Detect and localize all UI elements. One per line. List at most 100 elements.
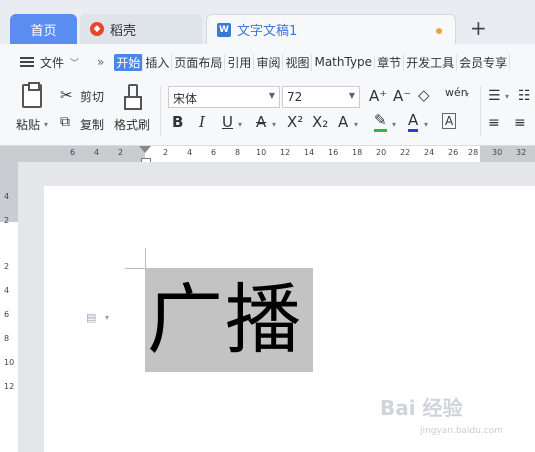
- menu-tab-insert[interactable]: 插入: [143, 53, 173, 71]
- daoke-logo-icon: ◆: [90, 22, 104, 36]
- clear-format-button[interactable]: ◇: [418, 86, 430, 104]
- menu-tab-references[interactable]: 引用: [225, 53, 255, 71]
- format-painter-button[interactable]: 格式刷: [114, 116, 150, 133]
- vruler-tick: 4: [4, 286, 10, 295]
- scissors-icon[interactable]: ✂: [60, 86, 73, 104]
- strike-caret-icon[interactable]: ▾: [272, 120, 276, 129]
- ruler-tick: 26: [448, 148, 459, 157]
- vertical-ruler: 4 2 2 4 6 8 10 12: [0, 162, 18, 452]
- vruler-tick: 4: [4, 192, 10, 201]
- ruler-tick: 18: [352, 148, 363, 157]
- highlight-caret-icon[interactable]: ▾: [392, 120, 396, 129]
- font-color-button[interactable]: A: [408, 111, 419, 132]
- vruler-tick: 8: [4, 334, 10, 343]
- ruler-tick: 10: [256, 148, 267, 157]
- menu-tab-review[interactable]: 审阅: [254, 53, 284, 71]
- menu-tab-layout[interactable]: 页面布局: [172, 53, 226, 71]
- selected-document-text[interactable]: 广播: [147, 270, 303, 370]
- paragraph-layout-icon[interactable]: ▤: [86, 311, 98, 325]
- chevron-down-icon: ▼: [268, 91, 275, 100]
- menu-tab-view[interactable]: 视图: [283, 53, 313, 71]
- highlight-button[interactable]: ✎: [374, 111, 387, 132]
- vruler-tick: 10: [4, 358, 15, 367]
- font-color-caret-icon[interactable]: ▾: [424, 120, 428, 129]
- menu-tab-member[interactable]: 会员专享: [457, 53, 511, 71]
- effect-caret-icon[interactable]: ▾: [354, 120, 358, 129]
- file-menu[interactable]: 文件: [40, 54, 64, 71]
- align-left-icon[interactable]: ≡: [488, 115, 500, 131]
- ruler-tick: 4: [94, 148, 100, 157]
- vruler-tick: 12: [4, 382, 15, 391]
- more-menus-button[interactable]: »: [97, 55, 104, 69]
- pinyin-caret-icon[interactable]: ▾: [465, 90, 469, 99]
- copy-button[interactable]: 复制: [80, 116, 104, 133]
- chevron-down-icon[interactable]: ﹀: [70, 56, 79, 69]
- ribbon-toolbar: 粘贴 ▾ ✂ 剪切 ⧉ 复制 格式刷 宋体 ▼ 72 ▼ A⁺ A⁻ ◇ wén…: [0, 80, 535, 146]
- menu-tab-mathtype[interactable]: MathType: [312, 55, 376, 69]
- ruler-tick: 14: [304, 148, 315, 157]
- italic-button[interactable]: I: [199, 113, 205, 131]
- ruler-tick: 12: [280, 148, 291, 157]
- ruler-tick: 6: [211, 148, 217, 157]
- unsaved-dot-icon: [436, 28, 442, 34]
- menu-bar: 文件 ﹀ » 开始 插入 页面布局 引用 审阅 视图 MathType 章节 开…: [0, 44, 535, 80]
- vruler-tick: 6: [4, 310, 10, 319]
- paragraph-caret-icon[interactable]: ▾: [105, 313, 109, 322]
- format-painter-icon[interactable]: [124, 84, 142, 110]
- char-border-button[interactable]: A: [442, 113, 457, 129]
- margin-corner-mark: [125, 268, 145, 269]
- font-family-select[interactable]: 宋体 ▼: [168, 86, 280, 108]
- paste-icon[interactable]: [22, 82, 42, 108]
- ruler-tick: 24: [424, 148, 435, 157]
- superscript-button[interactable]: X²: [287, 113, 303, 131]
- ruler-tick: 28: [468, 148, 479, 157]
- font-size-select[interactable]: 72 ▼: [282, 86, 360, 108]
- shrink-font-button[interactable]: A⁻: [393, 87, 411, 105]
- vruler-tick: 2: [4, 262, 10, 271]
- text-effect-button[interactable]: A: [338, 113, 348, 131]
- writer-doc-icon: W: [217, 22, 231, 37]
- numbered-list-icon[interactable]: ☷: [518, 88, 531, 104]
- grow-font-button[interactable]: A⁺: [369, 87, 387, 105]
- tab-bar: 首页 ◆ 稻壳 W 文字文稿1 +: [0, 0, 535, 44]
- strikethrough-button[interactable]: A: [256, 113, 266, 131]
- paste-button[interactable]: 粘贴: [16, 116, 40, 133]
- copy-icon[interactable]: ⧉: [60, 114, 70, 130]
- ruler-tick: 16: [328, 148, 339, 157]
- ruler-tick: 8: [235, 148, 241, 157]
- menu-tab-start[interactable]: 开始: [114, 53, 144, 71]
- font-size-value: 72: [287, 90, 303, 104]
- align-center-icon[interactable]: ≡: [514, 115, 526, 131]
- cut-button[interactable]: 剪切: [80, 88, 104, 105]
- menu-tab-section[interactable]: 章节: [375, 53, 405, 71]
- tab-document[interactable]: W 文字文稿1: [206, 14, 456, 44]
- bullet-caret-icon[interactable]: ▾: [505, 92, 509, 101]
- bold-button[interactable]: B: [172, 113, 183, 131]
- tab-home[interactable]: 首页: [10, 14, 77, 44]
- ruler-tick: 32: [516, 148, 527, 157]
- ruler-tick: 6: [70, 148, 76, 157]
- subscript-button[interactable]: X₂: [312, 113, 328, 131]
- ruler-tick: 2: [163, 148, 169, 157]
- tab-document-label: 文字文稿1: [237, 24, 298, 39]
- tab-daoke[interactable]: ◆ 稻壳: [80, 14, 202, 44]
- tab-home-label: 首页: [30, 23, 57, 39]
- ruler-tick: 4: [187, 148, 193, 157]
- underline-button[interactable]: U: [222, 113, 233, 131]
- underline-caret-icon[interactable]: ▾: [238, 120, 242, 129]
- chevron-down-icon: ▼: [348, 91, 355, 100]
- baidu-watermark-url: jingyan.baidu.com: [420, 426, 504, 436]
- baidu-watermark-logo: Bai 经验: [380, 396, 463, 420]
- ruler-tick: 20: [376, 148, 387, 157]
- hamburger-icon[interactable]: [20, 57, 34, 67]
- margin-corner-mark: [145, 248, 146, 268]
- tab-daoke-label: 稻壳: [110, 23, 137, 39]
- bullet-list-icon[interactable]: ☰: [488, 88, 501, 104]
- ruler-tick: 22: [400, 148, 411, 157]
- new-tab-button[interactable]: +: [470, 16, 487, 40]
- ruler-tick: 30: [492, 148, 503, 157]
- ribbon-divider: [480, 86, 481, 136]
- paste-caret-icon[interactable]: ▾: [44, 120, 48, 129]
- menu-tab-developer[interactable]: 开发工具: [404, 53, 458, 71]
- vruler-tick: 2: [4, 216, 10, 225]
